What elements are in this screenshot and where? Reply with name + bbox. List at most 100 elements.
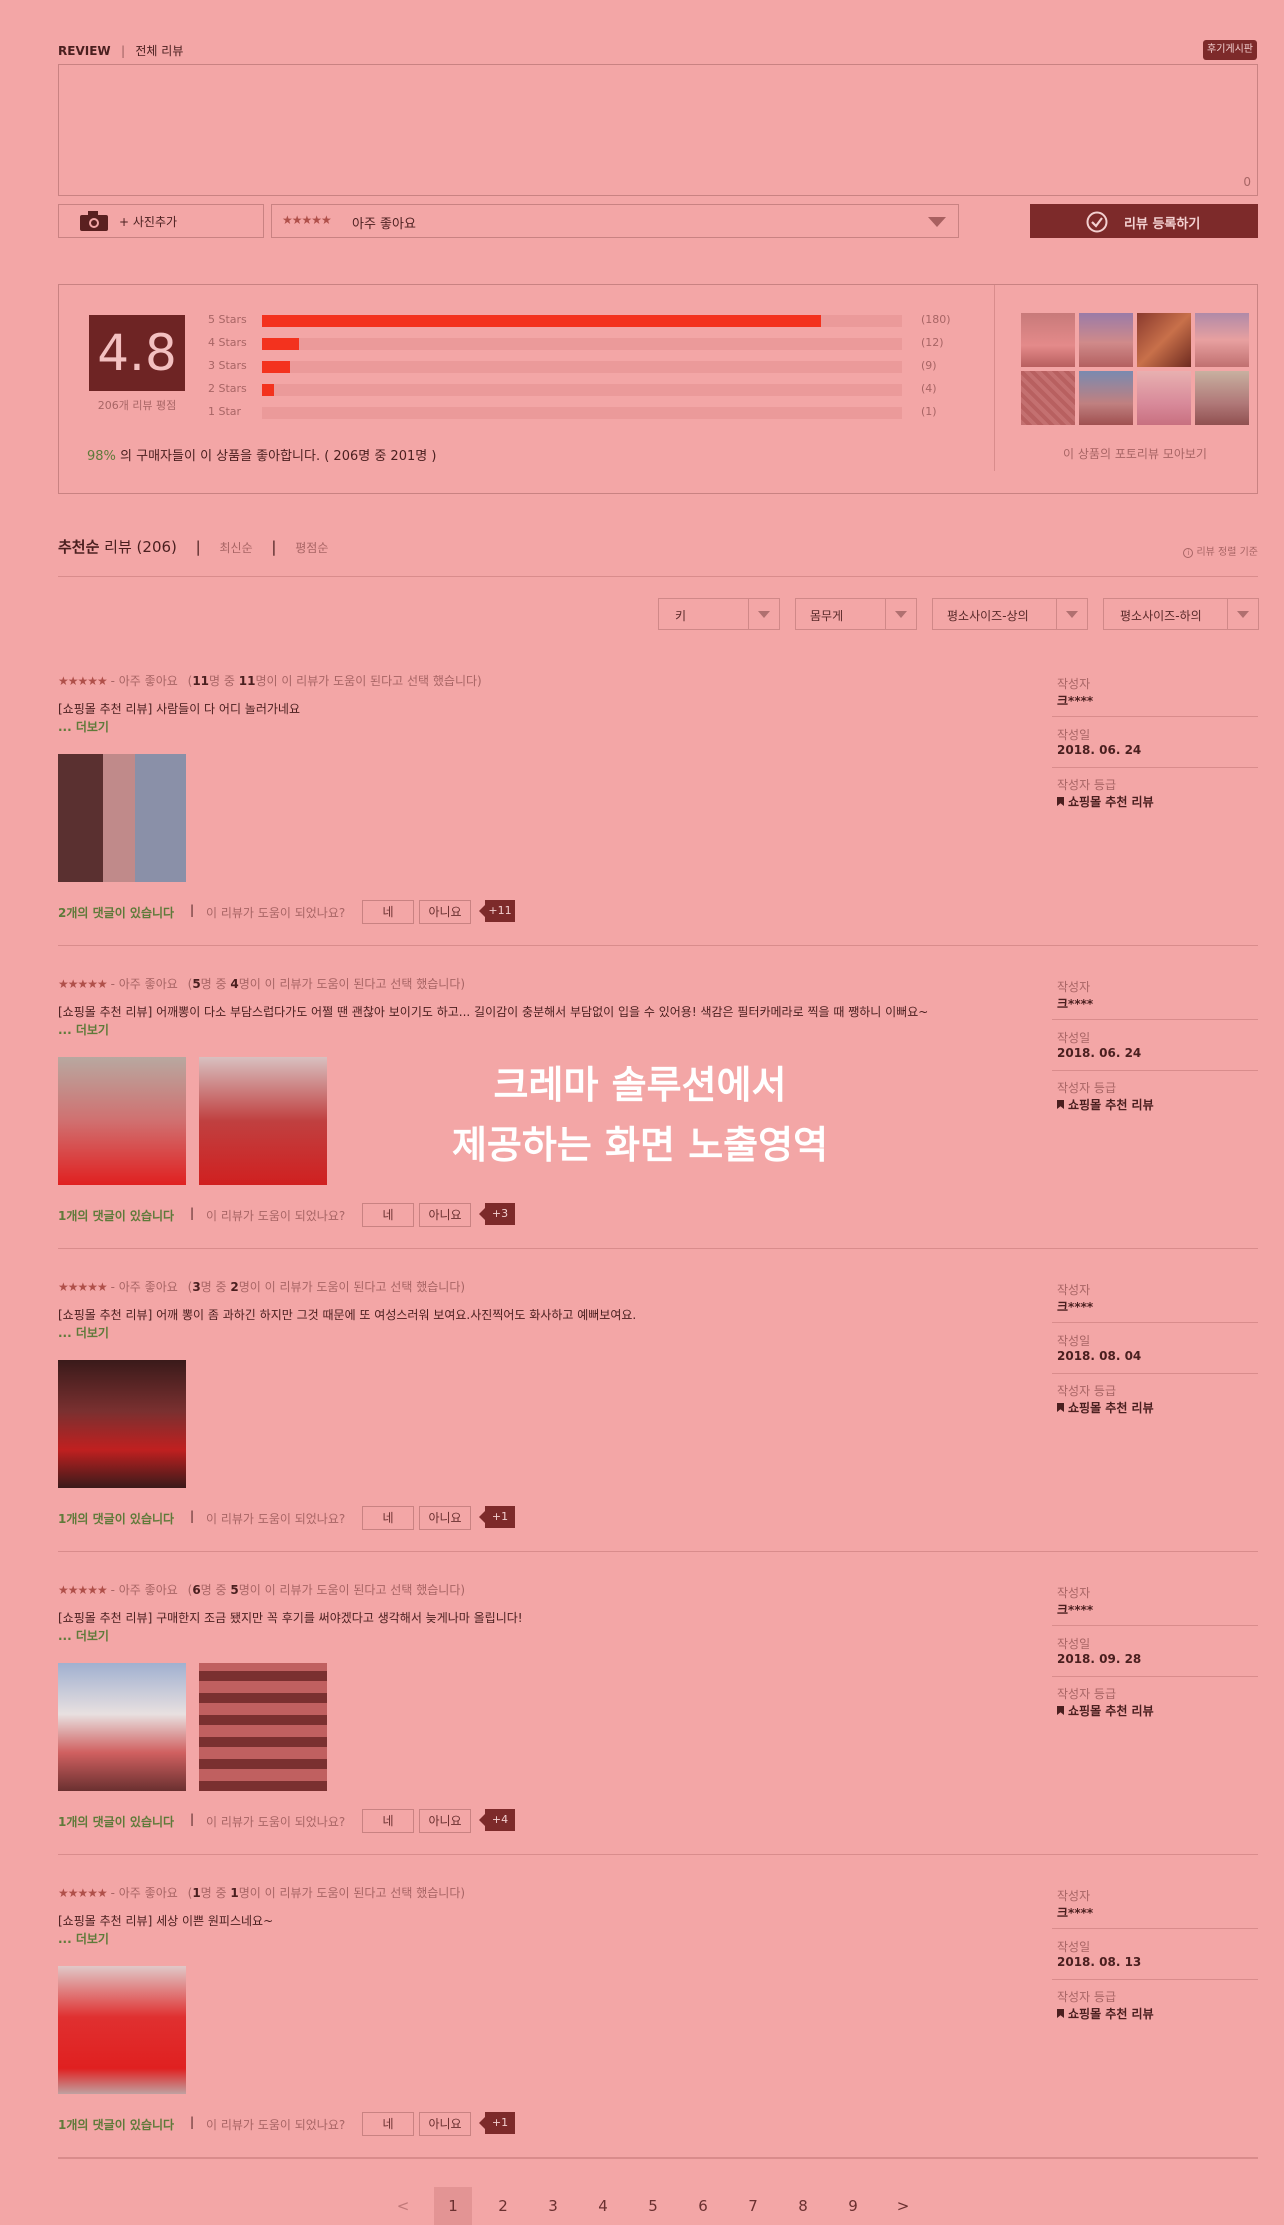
photo-thumb[interactable] [1195, 371, 1249, 425]
author-grade-label: 쇼핑몰 추천 리뷰 [1068, 1098, 1154, 1112]
sort-recommend-bold[interactable]: 추천순 [58, 538, 99, 556]
review-comments-link[interactable]: 1개의 댓글이 있습니다 [58, 1510, 174, 1527]
rating-bar-fill [262, 384, 274, 396]
photo-thumb[interactable] [1079, 371, 1133, 425]
review-comments-link[interactable]: 1개의 댓글이 있습니다 [58, 1207, 174, 1224]
helpful-count-a: 1 [192, 1886, 201, 1900]
page-button[interactable]: 9 [834, 2187, 872, 2225]
review-date: 2018. 08. 13 [1057, 1955, 1142, 1969]
filter-height[interactable]: 키 [658, 598, 780, 630]
review-more-link[interactable]: ... 더보기 [58, 1627, 109, 1644]
helpful-no-button[interactable]: 아니요 [419, 2112, 471, 2136]
helpful-yes-button[interactable]: 네 [362, 1506, 414, 1530]
review-photo[interactable] [58, 1360, 186, 1488]
submit-review-button[interactable]: 리뷰 등록하기 [1030, 204, 1258, 238]
review-photo[interactable] [58, 1057, 186, 1185]
helpful-yes-button[interactable]: 네 [362, 1809, 414, 1833]
review-photo[interactable] [199, 1057, 327, 1185]
author-grade: 쇼핑몰 추천 리뷰 [1057, 1702, 1154, 1719]
helpful-yes-button[interactable]: 네 [362, 900, 414, 924]
page-button[interactable]: 3 [534, 2187, 572, 2225]
photo-review-link[interactable]: 이 상품의 포토리뷰 모아보기 [1021, 445, 1249, 462]
prev-page-button[interactable]: < [384, 2187, 422, 2225]
page-button[interactable]: 7 [734, 2187, 772, 2225]
board-button[interactable]: 후기게시판 [1203, 40, 1257, 60]
photo-thumb[interactable] [1021, 371, 1075, 425]
review-more-link[interactable]: ... 더보기 [58, 1930, 109, 1947]
side-divider [1052, 1928, 1258, 1929]
side-divider [1052, 716, 1258, 717]
review-more-link[interactable]: ... 더보기 [58, 1021, 109, 1038]
side-divider [1052, 1979, 1258, 1980]
review-title: REVIEW | 전체 리뷰 [58, 42, 183, 59]
overlay-line2: 제공하는 화면 노출영역 [451, 1123, 829, 1167]
review-rating-line: ★★★★★ - 아주 좋아요 (1명 중 1명이 이 리뷰가 도움이 된다고 선… [58, 1884, 465, 1901]
author-name: 크**** [1057, 997, 1094, 1011]
review-comments-link[interactable]: 1개의 댓글이 있습니다 [58, 2116, 174, 2133]
author-grade: 쇼핑몰 추천 리뷰 [1057, 793, 1154, 810]
page-button[interactable]: 2 [484, 2187, 522, 2225]
filter-label: 평소사이즈-하의 [1120, 609, 1202, 623]
review-helpful-sep: | [190, 1206, 195, 1220]
bookmark-icon [1057, 2009, 1064, 2018]
review-helpful-question: 이 리뷰가 도움이 되었나요? [206, 1815, 346, 1829]
photo-thumb[interactable] [1021, 313, 1075, 367]
page-button[interactable]: 5 [634, 2187, 672, 2225]
helpful-no-button[interactable]: 아니요 [419, 900, 471, 924]
side-divider [1052, 1019, 1258, 1020]
review-date: 2018. 08. 04 [1057, 1349, 1142, 1363]
next-page-button[interactable]: > [884, 2187, 922, 2225]
review-photo[interactable] [58, 1966, 186, 2094]
header-divider: | [120, 44, 126, 58]
rating-bar-count: (1) [921, 405, 937, 418]
rating-bar-count: (180) [921, 313, 951, 326]
page-button[interactable]: 1 [434, 2187, 472, 2225]
review-helpful-question: 이 리뷰가 도움이 되었나요? [206, 1512, 346, 1526]
review-divider [58, 945, 1258, 946]
rating-select[interactable]: ★★★★★ 아주 좋아요 [271, 204, 959, 238]
photo-review-grid[interactable] [1021, 313, 1249, 429]
review-photo[interactable] [58, 754, 186, 882]
review-photo[interactable] [199, 1663, 327, 1791]
photo-thumb[interactable] [1137, 313, 1191, 367]
review-date: 2018. 06. 24 [1057, 1046, 1142, 1060]
review-comments-link[interactable]: 2개의 댓글이 있습니다 [58, 904, 174, 921]
helpful-count-badge: +4 [479, 1809, 515, 1831]
review-photo[interactable] [58, 1663, 186, 1791]
review-more-link[interactable]: ... 더보기 [58, 718, 109, 735]
helpful-mid: 명 중 [200, 1886, 231, 1900]
helpful-no-button[interactable]: 아니요 [419, 1809, 471, 1833]
helpful-yes-button[interactable]: 네 [362, 1203, 414, 1227]
page-button[interactable]: 8 [784, 2187, 822, 2225]
sort-criteria[interactable]: i 리뷰 정렬 기준 [1183, 543, 1258, 558]
sort-recommend-rest[interactable]: 리뷰 (206) [99, 538, 177, 556]
page-button[interactable]: 4 [584, 2187, 622, 2225]
helpful-no-button[interactable]: 아니요 [419, 1506, 471, 1530]
filter-weight[interactable]: 몸무게 [795, 598, 917, 630]
helpful-count-b: 4 [230, 977, 239, 991]
filter-bottom-size[interactable]: 평소사이즈-하의 [1103, 598, 1259, 630]
sort-rating[interactable]: 평점순 [295, 541, 328, 555]
photo-thumb[interactable] [1195, 313, 1249, 367]
grade-label: 작성자 등급 [1057, 1687, 1117, 1701]
overlay-text: 크레마 솔루션에서 제공하는 화면 노출영역 [400, 1055, 880, 1175]
review-rating-line: ★★★★★ - 아주 좋아요 (6명 중 5명이 이 리뷰가 도움이 된다고 선… [58, 1581, 465, 1598]
review-textarea[interactable]: 0 [58, 64, 1258, 196]
rating-bar-label: 1 Star [208, 405, 242, 418]
summary-divider [994, 285, 995, 471]
helpful-post: 명이 이 리뷰가 도움이 된다고 선택 했습니다) [238, 1280, 466, 1294]
filter-top-size[interactable]: 평소사이즈-상의 [932, 598, 1088, 630]
review-text: [쇼핑몰 추천 리뷰] 사람들이 다 어디 놀러가네요 [58, 702, 301, 716]
photo-thumb[interactable] [1079, 313, 1133, 367]
helpful-no-button[interactable]: 아니요 [419, 1203, 471, 1227]
helpful-mid: 명 중 [200, 977, 231, 991]
add-photo-button[interactable]: + 사진추가 [58, 204, 264, 238]
helpful-yes-button[interactable]: 네 [362, 2112, 414, 2136]
review-comments-link[interactable]: 1개의 댓글이 있습니다 [58, 1813, 174, 1830]
review-helpful-question: 이 리뷰가 도움이 되었나요? [206, 1209, 346, 1223]
review-more-link[interactable]: ... 더보기 [58, 1324, 109, 1341]
photo-thumb[interactable] [1137, 371, 1191, 425]
page-button[interactable]: 6 [684, 2187, 722, 2225]
filter-label: 평소사이즈-상의 [947, 609, 1029, 623]
sort-latest[interactable]: 최신순 [220, 541, 253, 555]
